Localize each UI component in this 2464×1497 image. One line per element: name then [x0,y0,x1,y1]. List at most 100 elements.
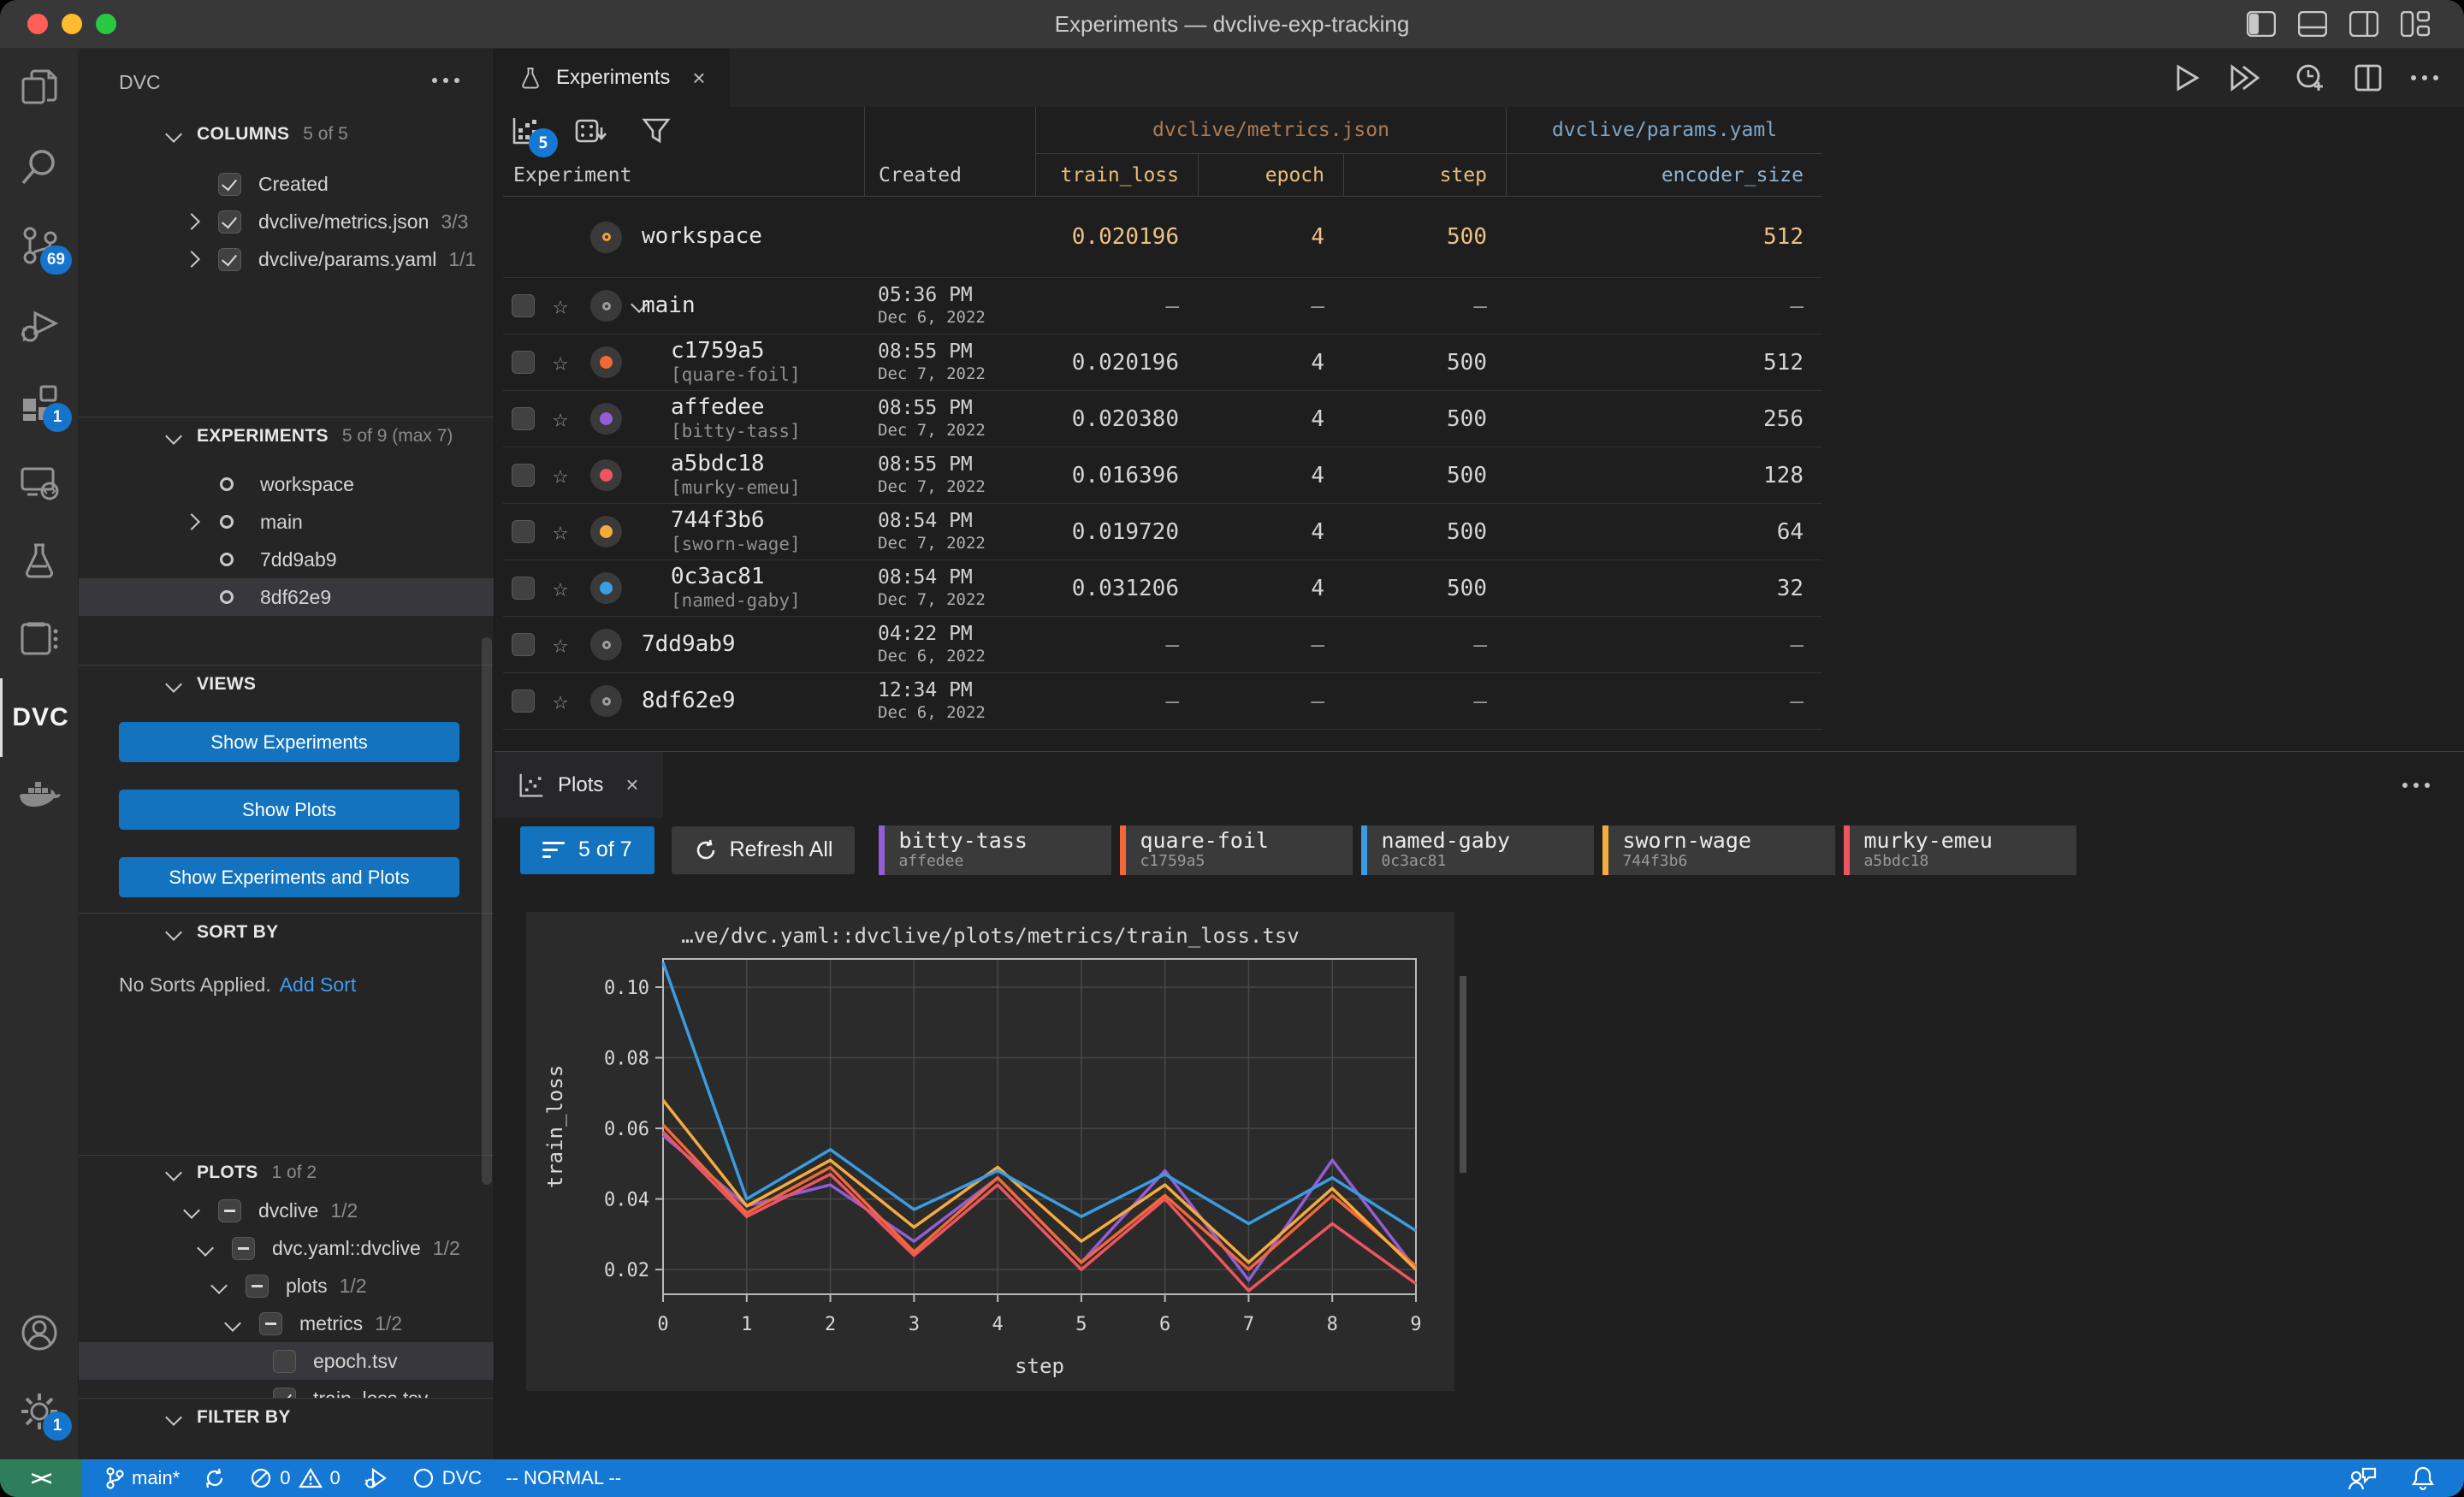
columns-tree-item[interactable]: dvclive/metrics.json3/3 [79,203,494,240]
dvc-icon[interactable]: DVC [0,678,79,757]
filter-by-section-header[interactable]: FILTER BY [79,1399,494,1436]
plots-tree-item[interactable]: dvc.yaml::dvclive1/2 [79,1229,494,1267]
column-created[interactable]: Created [864,154,1035,196]
move-columns-icon[interactable] [575,115,607,146]
params-group-header[interactable]: dvclive/params.yaml [1506,107,1822,154]
sidebar-experiment-item[interactable]: 7dd9ab9 [79,541,494,578]
experiment-chip[interactable]: murky-emeu a5bdc18 [1844,825,2076,875]
settings-gear-icon[interactable]: 1 [0,1372,79,1451]
experiment-chip[interactable]: sworn-wage 744f3b6 [1602,825,1835,875]
column-train-loss[interactable]: train_loss [1035,154,1198,196]
run-debug-icon[interactable] [0,285,79,364]
debug-status[interactable] [364,1467,388,1489]
notebooks-icon[interactable] [0,600,79,678]
row-checkbox[interactable] [512,351,535,374]
star-icon[interactable]: ☆ [553,404,568,434]
refresh-all-button[interactable]: Refresh All [672,826,856,874]
close-tab-icon[interactable]: × [692,65,705,92]
plots-more-actions-icon[interactable] [2402,783,2430,788]
sort-by-section-header[interactable]: SORT BY [79,914,494,951]
close-tab-icon[interactable]: × [625,772,638,798]
columns-tree-item[interactable]: dvclive/params.yaml1/1 [79,240,494,278]
toggle-secondary-sidebar-icon[interactable] [2349,11,2378,37]
star-icon[interactable]: ☆ [553,630,568,660]
column-step[interactable]: step [1343,154,1506,196]
plots-filter-button[interactable]: 5 of 7 [520,826,654,874]
plot-checkbox[interactable] [218,1199,241,1222]
chevron-down-icon[interactable] [197,1240,214,1257]
experiment-chip[interactable]: quare-foil c1759a5 [1120,825,1353,875]
source-control-icon[interactable]: 69 [0,206,79,285]
experiment-chip[interactable]: bitty-tass affedee [879,825,1111,875]
star-icon[interactable]: ☆ [553,460,568,490]
column-checkbox[interactable] [218,248,241,271]
chevron-down-icon[interactable] [210,1277,228,1294]
search-icon[interactable] [0,127,79,206]
column-epoch[interactable]: epoch [1198,154,1343,196]
testing-beaker-icon[interactable] [0,521,79,600]
plots-columns-icon[interactable]: 5 [512,116,541,145]
chevron-right-icon[interactable] [183,513,200,530]
table-row[interactable]: ☆ main 05:36 PMDec 6, 2022 – – – – [503,278,1822,334]
plot-checkbox[interactable] [259,1312,282,1335]
row-checkbox[interactable] [512,520,535,543]
chevron-right-icon[interactable] [183,213,200,230]
column-experiment[interactable]: Experiment [503,154,864,196]
star-icon[interactable]: ☆ [553,573,568,603]
plot-checkbox[interactable] [246,1275,269,1298]
row-checkbox[interactable] [512,689,535,713]
remote-explorer-icon[interactable] [0,442,79,521]
notifications-bell-icon[interactable] [2411,1465,2435,1491]
run-experiment-icon[interactable] [2175,64,2200,92]
docker-icon[interactable] [0,757,79,836]
table-row[interactable]: ☆ affedee[bitty-tass] 08:55 PMDec 7, 202… [503,391,1822,447]
table-row[interactable]: ☆ workspace 0.020196 4 500 512 [503,197,1822,278]
toggle-panel-icon[interactable] [2298,11,2327,37]
queue-experiment-icon[interactable] [2295,63,2325,92]
plots-tree-item[interactable]: epoch.tsv [79,1342,494,1380]
accounts-icon[interactable] [0,1293,79,1372]
vim-mode-indicator[interactable]: -- NORMAL -- [506,1467,621,1489]
split-editor-icon[interactable] [2354,64,2382,92]
metrics-group-header[interactable]: dvclive/metrics.json [1035,107,1506,154]
table-row[interactable]: ☆ 8df62e9 12:34 PMDec 6, 2022 – – – – [503,673,1822,730]
row-checkbox[interactable] [512,294,535,317]
star-icon[interactable]: ☆ [553,347,568,377]
maximize-window-button[interactable] [96,14,116,34]
plots-scrollbar[interactable] [1460,976,1466,1173]
chevron-down-icon[interactable] [224,1315,241,1332]
plot-checkbox[interactable] [232,1237,255,1260]
table-row[interactable]: ☆ 7dd9ab9 04:22 PMDec 6, 2022 – – – – [503,617,1822,673]
columns-section-header[interactable]: COLUMNS 5 of 5 [79,115,494,153]
column-checkbox[interactable] [218,173,241,196]
extensions-icon[interactable]: 1 [0,364,79,442]
plot-checkbox[interactable] [273,1388,296,1399]
row-checkbox[interactable] [512,407,535,430]
remote-indicator[interactable]: >< [0,1459,81,1497]
table-row[interactable]: ☆ c1759a5[quare-foil] 08:55 PMDec 7, 202… [503,334,1822,391]
dvc-status[interactable]: DVC [412,1467,482,1489]
experiment-chip[interactable]: named-gaby 0c3ac81 [1361,825,1594,875]
close-window-button[interactable] [27,14,48,34]
show-experiments-and-plots-button[interactable]: Show Experiments and Plots [119,857,459,897]
star-icon[interactable]: ☆ [553,517,568,547]
feedback-icon[interactable] [2348,1465,2377,1491]
plot-checkbox[interactable] [273,1350,296,1373]
branch-status[interactable]: main* [105,1467,180,1489]
plots-tree-item[interactable]: dvclive1/2 [79,1192,494,1229]
star-icon[interactable]: ☆ [553,291,568,321]
show-experiments-button[interactable]: Show Experiments [119,722,459,762]
sidebar-experiment-item[interactable]: main [79,503,494,541]
table-row[interactable]: ☆ 744f3b6[sworn-wage] 08:54 PMDec 7, 202… [503,504,1822,560]
table-row[interactable]: ☆ a5bdc18[murky-emeu] 08:55 PMDec 7, 202… [503,447,1822,504]
sidebar-scrollbar[interactable] [482,637,492,1185]
sidebar-experiment-item[interactable]: workspace [79,465,494,503]
customize-layout-icon[interactable] [2401,11,2430,37]
column-encoder-size[interactable]: encoder_size [1506,154,1822,196]
plots-section-header[interactable]: PLOTS 1 of 2 [79,1156,494,1190]
column-checkbox[interactable] [218,210,241,234]
train-loss-plot-card[interactable]: 0.020.040.060.080.100123456789steptrain_… [526,912,1454,1391]
sidebar-more-actions-icon[interactable] [432,78,459,83]
tab-experiments[interactable]: Experiments × [495,49,730,107]
row-checkbox[interactable] [512,633,535,656]
